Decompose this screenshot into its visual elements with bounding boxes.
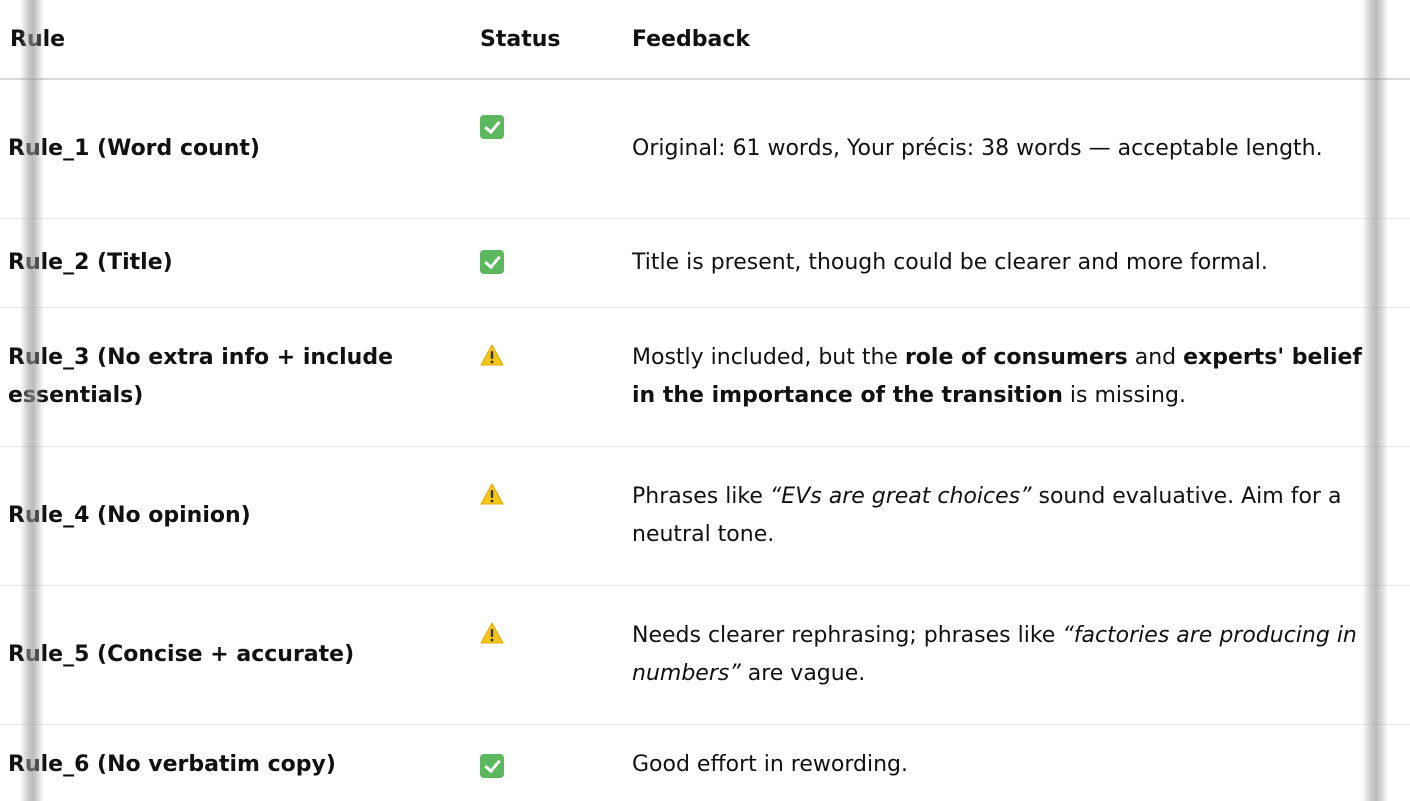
rule-name: Rule_5 (Concise + accurate): [0, 585, 470, 725]
column-header-feedback: Feedback: [618, 0, 1410, 80]
feedback-text: Good effort in rewording.: [632, 752, 908, 777]
feedback-part: and: [1127, 345, 1184, 370]
status-cell: [470, 725, 618, 801]
feedback-part: Needs clearer rephrasing; phrases like: [632, 623, 1063, 648]
feedback-text: Mostly included, but the role of consume…: [618, 307, 1410, 447]
feedback-part: Mostly included, but the: [632, 345, 905, 370]
rule-name: Rule_2 (Title): [0, 218, 470, 308]
status-cell: [470, 79, 618, 219]
feedback-text: Needs clearer rephrasing; phrases like “…: [618, 585, 1410, 725]
table-row: Rule_6 (No verbatim copy) Good effort in…: [0, 725, 1410, 801]
table-row: Rule_2 (Title) Title is present, though …: [0, 218, 1410, 308]
table-row: Rule_3 (No extra info + include essentia…: [0, 307, 1410, 447]
feedback-emphasis: role of consumers: [904, 345, 1128, 370]
warning-icon: [480, 622, 504, 644]
rule-feedback-table: Rule Status Feedback Rule_1 (Word count)…: [0, 0, 1410, 801]
warning-icon: [480, 344, 504, 366]
rule-name: Rule_3 (No extra info + include essentia…: [0, 307, 470, 447]
warning-icon: [480, 483, 504, 505]
status-cell: [470, 446, 618, 586]
feedback-quote: “EVs are great choices”: [769, 484, 1032, 509]
feedback-text: Title is present, though could be cleare…: [618, 218, 1410, 308]
table-header-row: Rule Status Feedback: [0, 0, 1410, 80]
rule-name: Rule_1 (Word count): [0, 79, 470, 219]
feedback-text: Phrases like “EVs are great choices” sou…: [618, 446, 1410, 586]
rule-name: Rule_4 (No opinion): [0, 446, 470, 586]
feedback-part: Phrases like: [632, 484, 770, 509]
check-icon: [480, 250, 504, 274]
status-cell: [470, 218, 618, 308]
status-cell: [470, 585, 618, 725]
check-icon: [480, 115, 504, 139]
feedback-page: Rule Status Feedback Rule_1 (Word count)…: [0, 0, 1410, 801]
table-row: Rule_4 (No opinion) Phrases like “EVs ar…: [0, 446, 1410, 586]
check-icon: [480, 754, 504, 778]
column-header-rule: Rule: [0, 0, 470, 80]
table-row: Rule_5 (Concise + accurate) Needs cleare…: [0, 585, 1410, 725]
feedback-part: are vague.: [740, 661, 866, 686]
column-header-status: Status: [470, 0, 618, 80]
feedback-text: Original: 61 words, Your précis: 38 word…: [618, 79, 1410, 219]
feedback-part: is missing.: [1062, 383, 1186, 408]
status-cell: [470, 307, 618, 447]
rule-name: Rule_6 (No verbatim copy): [8, 752, 336, 777]
table-row: Rule_1 (Word count) Original: 61 words, …: [0, 79, 1410, 219]
